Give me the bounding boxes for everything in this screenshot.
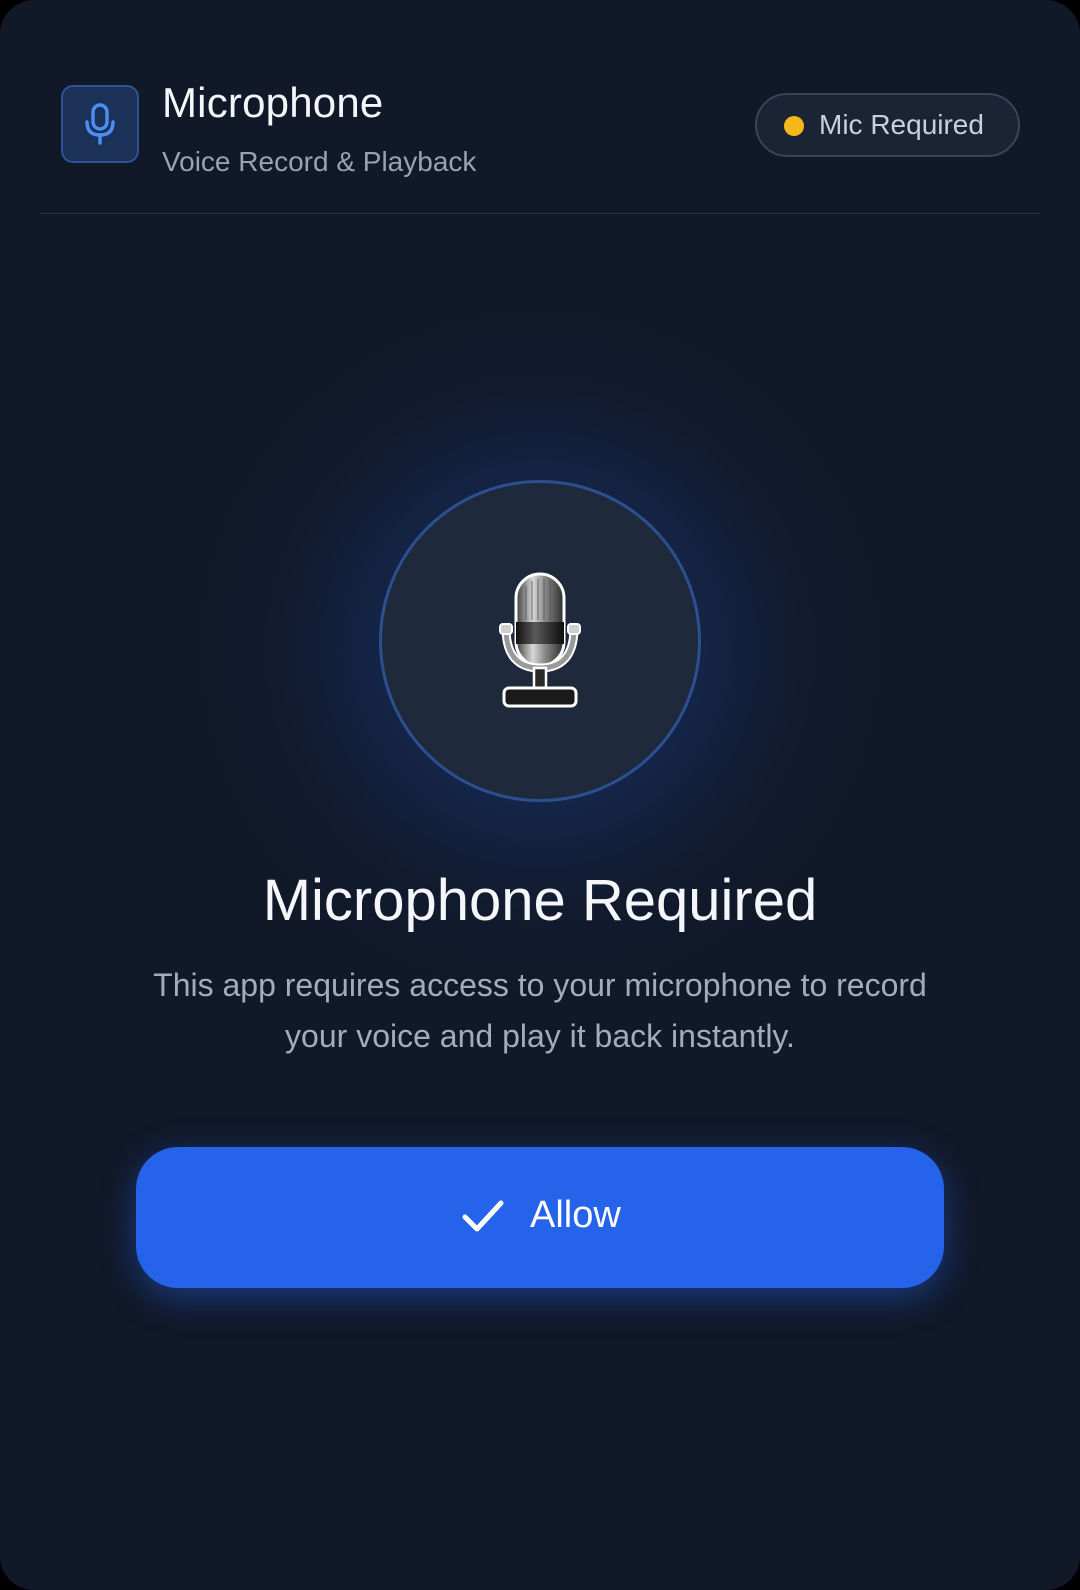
status-badge: Mic Required (755, 93, 1020, 157)
page-title: Microphone Required (262, 868, 818, 933)
studio-microphone-icon (499, 572, 581, 708)
app-icon (61, 85, 139, 163)
allow-button-label: Allow (530, 1194, 621, 1236)
header: Microphone Voice Record & Playback Mic R… (40, 0, 1040, 214)
status-label: Mic Required (819, 109, 984, 140)
app-title: Microphone (162, 79, 384, 126)
microphone-icon (85, 103, 115, 145)
allow-button[interactable]: Allow (136, 1147, 944, 1288)
permission-description: This app requires access to your microph… (153, 967, 927, 1054)
checkmark-icon (462, 1200, 504, 1232)
app-subtitle: Voice Record & Playback (162, 146, 477, 177)
status-dot (784, 116, 804, 136)
permission-screen: Microphone Voice Record & Playback Mic R… (0, 0, 1080, 1590)
